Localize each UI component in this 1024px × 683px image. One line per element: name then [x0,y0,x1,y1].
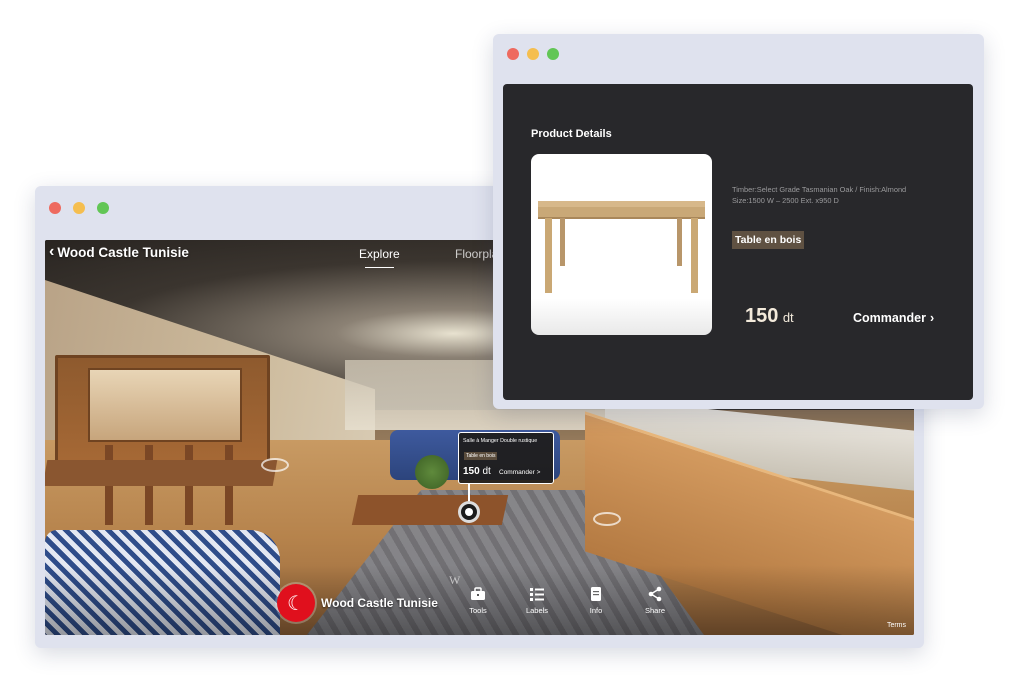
hotspot-product-tag: Table en bois [464,452,498,460]
info-button[interactable]: Info [576,586,616,615]
titlebar [493,34,984,78]
product-image [531,154,712,335]
share-icon [648,586,662,602]
toolbox-icon [471,587,485,600]
product-price-value: 150 [745,305,779,327]
share-button[interactable]: Share [635,586,675,615]
labels-button[interactable]: Labels [517,586,557,615]
share-label: Share [644,606,665,615]
minimize-window-button[interactable] [73,202,85,214]
product-tag: Table en bois [732,231,805,249]
labels-label: Labels [525,606,549,615]
tour-title-text: Wood Castle Tunisie [57,244,189,260]
hotspot-price-value: 150 [463,466,480,477]
close-window-button[interactable] [507,48,519,60]
product-hotspot-card[interactable]: Salle à Manger Double rustique Table en … [458,432,554,484]
tab-explore[interactable]: Explore [359,247,400,268]
product-price-unit: dt [782,310,794,325]
hotspot-order-link[interactable]: Commander > [499,469,540,476]
brand-badge[interactable]: ☾ Wood Castle Tunisie [277,584,438,622]
brand-logo-icon: ☾ [277,584,315,622]
tools-button[interactable]: Tools [458,586,498,615]
product-details-panel: Product Details Timber:Select Grade Tasm… [503,84,973,400]
product-details-heading: Product Details [531,128,612,140]
hotspot-price: 150 dt [463,466,491,477]
potted-plant [415,455,449,489]
minimize-window-button[interactable] [527,48,539,60]
navigation-point[interactable] [593,512,621,526]
tools-label: Tools [469,606,487,615]
product-details-window: Product Details Timber:Select Grade Tasm… [493,34,984,409]
product-price: 150 dt [745,305,794,328]
order-button-label: Commander [853,311,926,325]
coffee-table [351,495,509,525]
hotspot-product-name: Salle à Manger Double rustique [463,438,538,444]
maximize-window-button[interactable] [547,48,559,60]
order-button[interactable]: Commander › [853,311,934,325]
chevron-right-icon: › [929,311,935,325]
close-window-button[interactable] [49,202,61,214]
wooden-table-illustration [538,201,705,293]
terms-link[interactable]: Terms [887,622,906,629]
list-icon [530,588,544,601]
maximize-window-button[interactable] [97,202,109,214]
hotspot-pin-icon[interactable] [458,501,480,523]
navigation-point[interactable] [261,458,289,472]
brand-name: Wood Castle Tunisie [321,596,438,610]
document-icon [591,587,601,601]
dining-table [45,460,278,486]
tour-title[interactable]: ‹ Wood Castle Tunisie [49,244,189,260]
hotspot-price-unit: dt [482,466,491,477]
back-chevron-icon[interactable]: ‹ [49,244,54,260]
info-label: Info [589,606,603,615]
product-specs: Timber:Select Grade Tasmanian Oak / Fini… [732,185,907,205]
